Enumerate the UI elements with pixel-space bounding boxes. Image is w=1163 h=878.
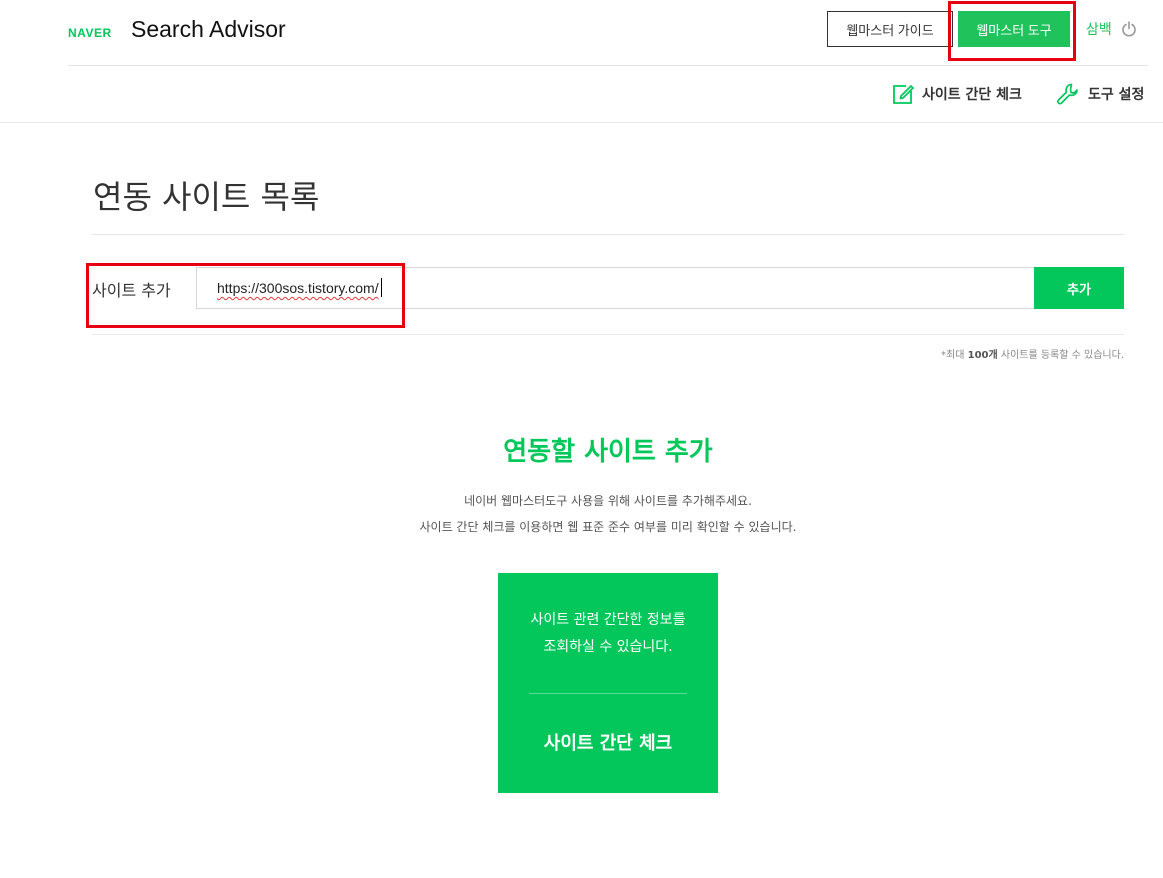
site-check-link[interactable]: 사이트 간단 체크 [892, 82, 1022, 106]
page: NAVER Search Advisor 웹마스터 가이드 웹마스터 도구 삼백… [0, 0, 1163, 878]
note-count: 100개 [967, 350, 998, 361]
title-divider [92, 234, 1124, 235]
note-suffix: 사이트를 등록할 수 있습니다. [997, 350, 1124, 361]
power-icon[interactable] [1121, 21, 1137, 37]
webmaster-guide-button[interactable]: 웹마스터 가이드 [827, 11, 953, 47]
empty-state-title: 연동할 사이트 추가 [503, 437, 713, 467]
card-desc-line-2: 조회하실 수 있습니다. [543, 639, 673, 655]
naver-logo[interactable]: NAVER [68, 26, 112, 40]
site-url-input[interactable] [196, 267, 1034, 309]
card-description: 사이트 관련 간단한 정보를 조회하실 수 있습니다. [498, 607, 718, 661]
page-title: 연동 사이트 목록 [93, 178, 320, 216]
add-site-button[interactable]: 추가 [1034, 267, 1124, 309]
tool-settings-link[interactable]: 도구 설정 [1056, 82, 1144, 106]
form-divider [92, 334, 1124, 335]
edit-icon [893, 85, 914, 104]
empty-state-desc-1: 네이버 웹마스터도구 사용을 위해 사이트를 추가해주세요. [464, 494, 752, 508]
card-divider [529, 693, 687, 694]
webmaster-tools-button[interactable]: 웹마스터 도구 [958, 11, 1070, 47]
site-add-label: 사이트 추가 [92, 281, 171, 300]
card-title: 사이트 간단 체크 [543, 733, 673, 754]
tool-settings-label: 도구 설정 [1088, 87, 1145, 103]
wrench-icon [1057, 83, 1078, 105]
note-prefix: *최대 [941, 350, 968, 361]
card-desc-line-1: 사이트 관련 간단한 정보를 [530, 612, 686, 628]
empty-state-desc-2: 사이트 간단 체크를 이용하면 웹 표준 준수 여부를 미리 확인할 수 있습니… [419, 520, 797, 534]
header-divider [68, 65, 1148, 66]
max-sites-note: *최대 100개 사이트를 등록할 수 있습니다. [941, 346, 1124, 361]
site-check-card[interactable]: 사이트 관련 간단한 정보를 조회하실 수 있습니다. 사이트 간단 체크 [498, 573, 718, 793]
subnav-divider [0, 122, 1163, 123]
header: NAVER Search Advisor 웹마스터 가이드 웹마스터 도구 삼백 [0, 0, 1163, 66]
text-caret [381, 278, 382, 297]
user-name-link[interactable]: 삼백 [1086, 19, 1112, 39]
site-check-label: 사이트 간단 체크 [922, 87, 1022, 103]
app-title[interactable]: Search Advisor [131, 16, 286, 43]
